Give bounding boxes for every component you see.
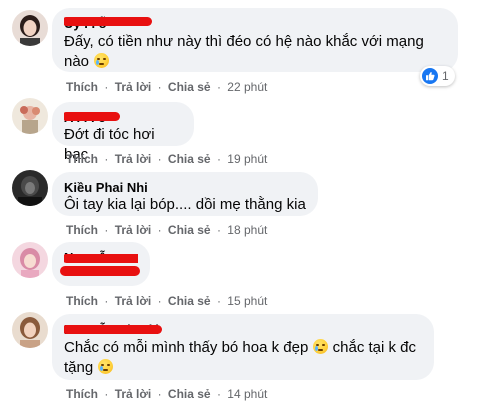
timestamp[interactable]: 22 phút	[227, 80, 267, 94]
reply-link[interactable]: Trả lời	[115, 294, 152, 308]
avatar[interactable]	[12, 10, 48, 46]
separator: ·	[104, 387, 109, 401]
text-redaction	[60, 266, 140, 276]
separator: ·	[216, 294, 221, 308]
comment-author[interactable]: A . . . ê	[64, 110, 182, 126]
like-link[interactable]: Thích	[66, 152, 98, 166]
timestamp[interactable]: 15 phút	[227, 294, 267, 308]
like-link[interactable]: Thích	[66, 294, 98, 308]
name-redaction	[64, 17, 152, 26]
avatar[interactable]	[12, 98, 48, 134]
comment-text-content: Đấy, có tiền như này thì đéo có hệ nào k…	[64, 33, 424, 70]
separator: ·	[216, 223, 221, 237]
name-redaction	[64, 325, 162, 334]
separator: ·	[104, 152, 109, 166]
like-link[interactable]: Thích	[66, 387, 98, 401]
comment-bubble: A . . . ê Đớt đi tóc hơi bạc	[52, 102, 194, 163]
separator: ·	[157, 387, 162, 401]
comment-actions: Thích · Trả lời · Chia sẻ · 19 phút	[66, 151, 267, 167]
comment-text-content: Ôi tay kia lại bóp.... dồi mẹ thằng kia	[64, 196, 306, 213]
timestamp[interactable]: 14 phút	[227, 387, 267, 401]
comment-bubble: Uy . . ỗ Đấy, có tiền như này thì đéo có…	[52, 8, 458, 72]
comment-author[interactable]: N . . . ỗ Anh Đài	[64, 322, 422, 338]
like-link[interactable]: Thích	[66, 223, 98, 237]
reply-link[interactable]: Trả lời	[115, 152, 152, 166]
comment-bubble: N . . . ễ	[52, 242, 150, 286]
comment-text: Đấy, có tiền như này thì đéo có hệ nào k…	[64, 32, 446, 72]
comment-author[interactable]: Uy . . ỗ	[64, 16, 446, 32]
separator: ·	[157, 294, 162, 308]
separator: ·	[157, 152, 162, 166]
comment-bubble: N . . . ỗ Anh Đài Chắc có mỗi mình thấy …	[52, 314, 434, 380]
separator: ·	[216, 387, 221, 401]
name-redaction	[64, 112, 120, 121]
avatar[interactable]	[12, 242, 48, 278]
reply-link[interactable]: Trả lời	[115, 223, 152, 237]
timestamp[interactable]: 19 phút	[227, 152, 267, 166]
reaction-count: 1	[442, 69, 449, 83]
comment-bubble: Kiều Phai Nhi Ôi tay kia lại bóp.... dồi…	[52, 172, 318, 216]
comment-actions: Thích · Trả lời · Chia sẻ · 22 phút	[66, 79, 267, 95]
share-link[interactable]: Chia sẻ	[168, 294, 211, 308]
comment-actions: Thích · Trả lời · Chia sẻ · 18 phút	[66, 222, 267, 238]
share-link[interactable]: Chia sẻ	[168, 152, 211, 166]
avatar[interactable]	[12, 312, 48, 348]
reply-link[interactable]: Trả lời	[115, 80, 152, 94]
comment-text: Ôi tay kia lại bóp.... dồi mẹ thằng kia	[64, 195, 306, 215]
separator: ·	[157, 80, 162, 94]
crying-face-emoji-icon	[94, 53, 110, 68]
separator: ·	[157, 223, 162, 237]
avatar[interactable]	[12, 170, 48, 206]
separator: ·	[104, 223, 109, 237]
comment-text	[60, 266, 140, 286]
separator: ·	[104, 80, 109, 94]
reply-link[interactable]: Trả lời	[115, 387, 152, 401]
comment-text: Chắc có mỗi mình thấy bó hoa k đẹp chắc …	[64, 338, 422, 378]
share-link[interactable]: Chia sẻ	[168, 80, 211, 94]
share-link[interactable]: Chia sẻ	[168, 223, 211, 237]
separator: ·	[216, 152, 221, 166]
name-redaction	[64, 254, 138, 263]
separator: ·	[104, 294, 109, 308]
crying-face-emoji-icon	[98, 359, 114, 374]
comment-author[interactable]: Kiều Phai Nhi	[64, 180, 306, 196]
author-name-text: Kiều Phai Nhi	[64, 180, 148, 195]
reaction-summary[interactable]: 1	[420, 66, 455, 86]
like-link[interactable]: Thích	[66, 80, 98, 94]
timestamp[interactable]: 18 phút	[227, 223, 267, 237]
crying-face-emoji-icon	[313, 339, 329, 354]
like-icon	[422, 68, 438, 84]
share-link[interactable]: Chia sẻ	[168, 387, 211, 401]
comment-text-content: Chắc có mỗi mình thấy bó hoa k đẹp	[64, 339, 309, 356]
comment-author[interactable]: N . . . ễ	[64, 250, 138, 266]
separator: ·	[216, 80, 221, 94]
comment-actions: Thích · Trả lời · Chia sẻ · 15 phút	[66, 293, 267, 309]
